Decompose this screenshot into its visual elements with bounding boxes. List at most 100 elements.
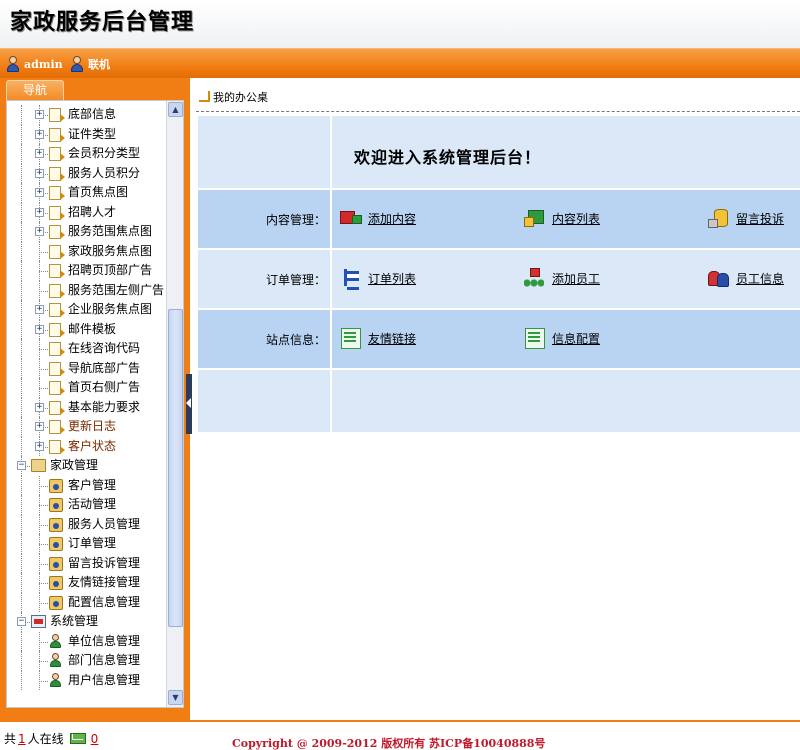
person-icon (49, 556, 63, 571)
tree-node[interactable]: + 招聘人才 (7, 202, 165, 222)
page-icon (49, 283, 65, 298)
tree-node[interactable]: + 证件类型 (7, 124, 165, 144)
staff-info-link[interactable]: 员工信息 (708, 268, 784, 288)
scroll-up-button[interactable]: ▲ (168, 102, 183, 117)
database-icon (708, 208, 730, 228)
tree-node[interactable]: 家政服务焦点图 (7, 241, 165, 261)
copyright: Copyright @ 2009-2012 版权所有 苏ICP备10040888… (232, 737, 546, 750)
tree-node-label: 首页右侧广告 (68, 380, 141, 394)
tree-node[interactable]: 订单管理 (7, 534, 165, 554)
tree-node[interactable]: 服务范围左侧广告 (7, 280, 165, 300)
tree-node-label: 证件类型 (68, 126, 117, 141)
expand-icon[interactable]: + (35, 168, 44, 178)
tree-node[interactable]: + 底部信息 (7, 105, 165, 125)
link-label: 添加员工 (552, 271, 601, 286)
expand-icon[interactable]: + (35, 129, 44, 139)
person-icon (49, 537, 63, 551)
tree-node-label: 家政管理 (50, 458, 99, 472)
link-label: 员工信息 (736, 271, 785, 286)
current-user[interactable]: admin (6, 56, 63, 72)
page-icon (49, 400, 65, 415)
user-icon (49, 672, 63, 688)
expand-icon[interactable]: + (35, 110, 44, 119)
expand-icon[interactable]: + (35, 207, 44, 217)
collapse-icon[interactable]: − (17, 461, 26, 470)
connection-status: 联机 (70, 56, 110, 72)
tree-node[interactable]: 单位信息管理 (7, 631, 165, 651)
person-icon (49, 478, 63, 493)
section-row-site: 站点信息： 友情链接 信息配置 (198, 310, 800, 368)
scroll-thumb[interactable] (168, 309, 183, 627)
staff-icon (708, 268, 730, 288)
tree-node-label: 客户状态 (68, 438, 117, 453)
tree-node[interactable]: 部门信息管理 (7, 651, 165, 671)
collapse-icon[interactable]: − (17, 617, 26, 626)
tree-node[interactable]: 客户管理 (7, 475, 165, 495)
page-icon (49, 147, 65, 161)
config-info-link[interactable]: 信息配置 (524, 328, 600, 349)
tree-node[interactable]: 导航底部广告 (7, 358, 165, 378)
tree-node[interactable]: + 更新日志 (7, 417, 165, 437)
tree-node[interactable]: − 系统管理 (7, 612, 165, 632)
messages-link[interactable]: 留言投诉 (708, 208, 784, 228)
tree-node[interactable]: 招聘页顶部广告 (7, 261, 165, 281)
page-icon (49, 205, 65, 220)
tree-node[interactable]: 用户信息管理 (7, 670, 165, 690)
page-icon (49, 264, 65, 278)
person-icon (49, 517, 63, 532)
expand-icon[interactable]: + (35, 441, 44, 451)
expand-icon[interactable]: + (35, 305, 44, 314)
tree-node[interactable]: 首页右侧广告 (7, 378, 165, 398)
tree-node[interactable]: + 基本能力要求 (7, 397, 165, 417)
tree-node[interactable]: 配置信息管理 (7, 592, 165, 612)
page-icon (49, 322, 65, 337)
add-content-link[interactable]: 添加内容 (340, 208, 416, 228)
user-online-icon (70, 56, 84, 72)
user-icon (6, 56, 20, 72)
nav-tree: + 底部信息 + 证件类型 + 会员积分类型 + 服务人员积分 + 首页焦点图 + 招聘人才 + 服务范围… (7, 105, 165, 690)
expand-icon[interactable]: + (35, 227, 44, 236)
tree-node[interactable]: 留言投诉管理 (7, 553, 165, 573)
mail-icon[interactable] (69, 733, 86, 744)
tree-node[interactable]: 服务人员管理 (7, 514, 165, 534)
person-icon (49, 576, 63, 590)
tree-node-label: 配置信息管理 (68, 594, 141, 609)
nav-tab[interactable]: 导航 (6, 80, 64, 100)
add-staff-link[interactable]: 添加员工 (524, 268, 600, 288)
orgtree-icon (340, 268, 362, 290)
expand-icon[interactable]: + (35, 149, 44, 158)
tree-node[interactable]: + 首页焦点图 (7, 183, 165, 203)
tree-scrollbar[interactable]: ▲ ▼ (166, 101, 183, 707)
tree-node-label: 在线咨询代码 (68, 341, 141, 355)
expand-icon[interactable]: + (35, 422, 44, 431)
tree-node-label: 会员积分类型 (68, 146, 141, 160)
tree-node[interactable]: 活动管理 (7, 495, 165, 515)
username: admin (24, 57, 63, 71)
page-icon (49, 381, 65, 395)
content-list-link[interactable]: 内容列表 (524, 208, 600, 228)
tree-node[interactable]: 在线咨询代码 (7, 339, 165, 359)
tree-node-label: 服务范围焦点图 (68, 224, 153, 238)
tree-node[interactable]: + 客户状态 (7, 436, 165, 456)
sidebar: 导航 + 底部信息 + 证件类型 + 会员积分类型 + 服务人员积分 + 首页焦点图 + 招聘人才 + 服… (0, 78, 190, 720)
expand-icon[interactable]: + (35, 402, 44, 412)
diamond-icon (524, 268, 546, 288)
section-row-content: 内容管理： 添加内容 内容列表 留言投诉 (198, 190, 800, 248)
user-icon (49, 653, 63, 668)
tree-node[interactable]: − 家政管理 (7, 456, 165, 476)
page-icon (49, 186, 65, 200)
online-number[interactable]: 1 (18, 732, 26, 746)
message-count[interactable]: 0 (91, 732, 99, 746)
scroll-down-button[interactable]: ▼ (168, 690, 183, 705)
tree-node-label: 招聘人才 (68, 204, 117, 219)
tree-node[interactable]: + 企业服务焦点图 (7, 300, 165, 320)
order-list-link[interactable]: 订单列表 (340, 268, 416, 290)
tree-node[interactable]: + 服务人员积分 (7, 163, 165, 183)
tree-node[interactable]: + 服务范围焦点图 (7, 222, 165, 242)
expand-icon[interactable]: + (35, 188, 44, 197)
friend-links-link[interactable]: 友情链接 (340, 328, 416, 349)
expand-icon[interactable]: + (35, 324, 44, 334)
tree-node[interactable]: + 会员积分类型 (7, 144, 165, 164)
tree-node[interactable]: + 邮件模板 (7, 319, 165, 339)
tree-node[interactable]: 友情链接管理 (7, 573, 165, 593)
